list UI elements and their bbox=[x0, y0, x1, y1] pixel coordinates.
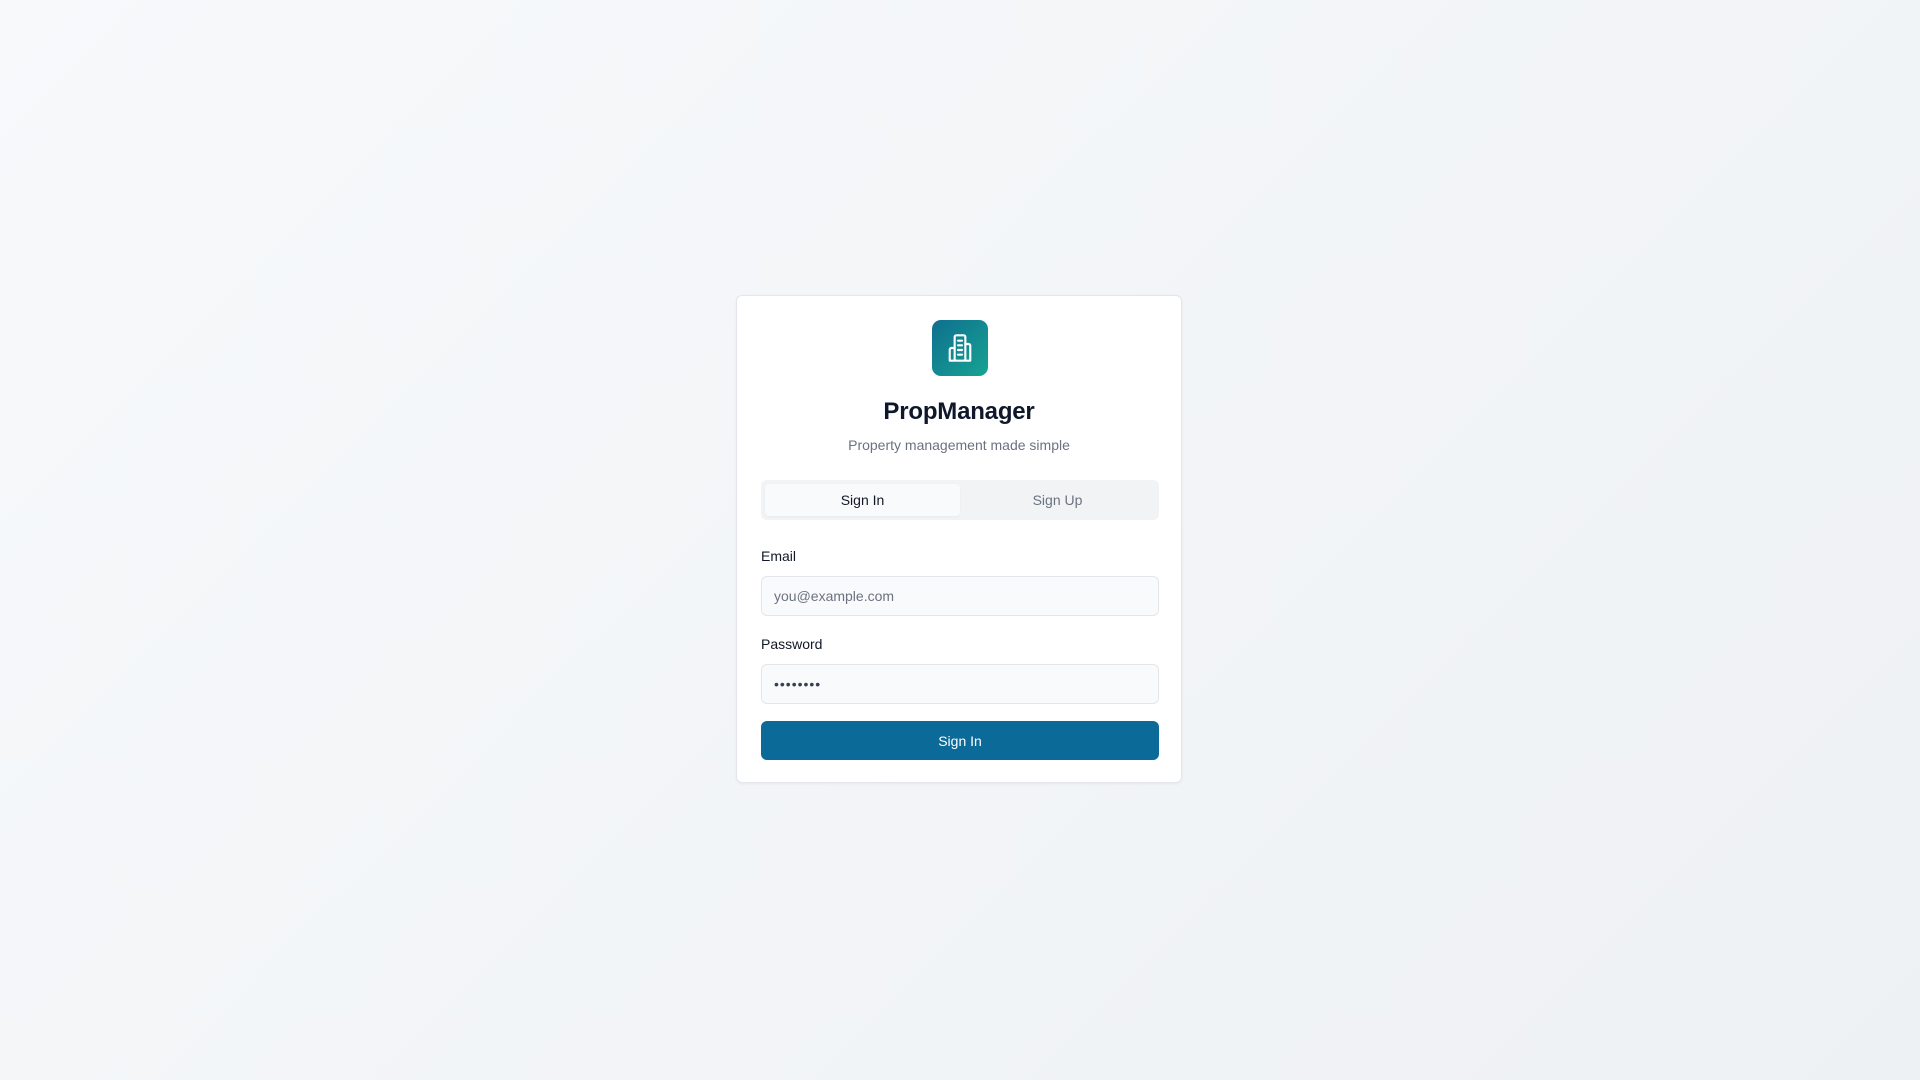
tab-sign-up[interactable]: Sign Up bbox=[960, 484, 1155, 516]
tab-sign-in[interactable]: Sign In bbox=[765, 484, 960, 516]
app-tagline: Property management made simple bbox=[848, 437, 1070, 453]
password-field[interactable] bbox=[761, 664, 1159, 704]
app-title: PropManager bbox=[883, 398, 1035, 425]
password-label: Password bbox=[761, 636, 823, 652]
email-field[interactable] bbox=[761, 576, 1159, 616]
email-label: Email bbox=[761, 548, 797, 564]
building-icon bbox=[948, 334, 972, 362]
sign-in-button[interactable]: Sign In bbox=[761, 721, 1159, 760]
app-logo bbox=[932, 320, 988, 376]
auth-tabs: Sign In Sign Up bbox=[761, 480, 1159, 520]
auth-card: PropManager Property management made sim… bbox=[736, 295, 1182, 783]
